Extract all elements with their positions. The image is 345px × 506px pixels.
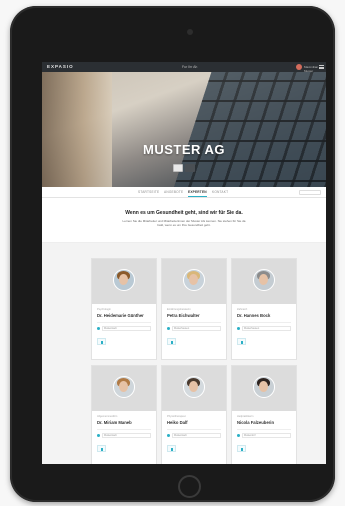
expert-card[interactable]: Zahnarzt Dr. Hannes Bock Musterhausen [232,259,296,359]
search-input[interactable] [299,189,321,195]
screen: EXPASIO Fur Ihr Ah Maximilian Muster MUS… [42,62,326,464]
topbar-center-text: Fur Ihr Ah [182,64,198,69]
hero-image [42,72,112,187]
card-photo-area [162,259,226,304]
company-title: MUSTER AG [142,142,226,157]
location-icon [237,434,240,437]
card-photo-area [232,366,296,411]
expert-role: Zahnarzt [237,308,248,311]
contact-icon[interactable] [97,445,106,452]
expert-name[interactable]: Nicola Falzeuberin [237,420,274,425]
expert-name[interactable]: Dr. Heidemarie Günther [97,313,144,318]
card-divider [167,429,221,430]
intro-text: Lernen Sie die Mitarbeiter und Mitarbeit… [122,219,246,227]
expert-avatar [113,376,135,398]
app-logo[interactable]: EXPASIO [47,64,74,69]
card-divider [237,322,291,323]
expert-card[interactable]: Heilpraktikerin Nicola Falzeuberin Muste… [232,366,296,464]
menu-icon[interactable] [319,65,324,69]
expert-card[interactable]: Allgemeinmedizin Dr. Miriam Maneb Muster… [92,366,156,464]
card-photo-area [92,366,156,411]
expert-location: Musterstadt [104,434,117,437]
hero-prev-button[interactable] [173,164,183,172]
expert-avatar [183,376,205,398]
expert-location: Musterstadt [174,434,187,437]
expert-role: Heilpraktikerin [237,415,254,418]
expert-card[interactable]: Psychologin Dr. Heidemarie Günther Muste… [92,259,156,359]
expert-location: Musterhausen [244,327,260,330]
expert-card[interactable]: Ernährungsberaterin Petra Eichwalter Mus… [162,259,226,359]
tab-startseite[interactable]: STARTSEITE [138,190,159,194]
intro-heading: Wenn es um Gesundheit geht, sind wir für… [125,210,243,216]
expert-name[interactable]: Dr. Miriam Maneb [97,420,132,425]
tab-kontakt[interactable]: KONTAKT [212,190,228,194]
expert-avatar [253,376,275,398]
expert-card[interactable]: Physiotherapeut Heiko Dalf Musterstadt [162,366,226,464]
contact-icon[interactable] [97,338,106,345]
tab-experten[interactable]: EXPERTEN [188,190,207,197]
user-avatar[interactable] [296,64,302,70]
tab-bar: STARTSEITE ANGEBOTE EXPERTEN KONTAKT [42,187,326,198]
location-icon [167,434,170,437]
home-button[interactable] [178,475,201,498]
expert-avatar [253,269,275,291]
contact-icon[interactable] [167,338,176,345]
expert-location: Musterdorf [244,434,256,437]
expert-name[interactable]: Dr. Hannes Bock [237,313,270,318]
hero-next-button[interactable] [185,164,195,172]
location-icon [97,327,100,330]
tablet-frame: EXPASIO Fur Ihr Ah Maximilian Muster MUS… [10,6,335,502]
card-divider [237,429,291,430]
hero-banner: MUSTER AG [42,72,326,187]
card-photo-area [162,366,226,411]
location-icon [97,434,100,437]
card-divider [97,429,151,430]
top-navigation-bar: EXPASIO Fur Ihr Ah Maximilian Muster [42,62,326,73]
card-photo-area [232,259,296,304]
expert-role: Ernährungsberaterin [167,308,191,311]
expert-avatar [183,269,205,291]
expert-name[interactable]: Petra Eichwalter [167,313,200,318]
expert-role: Psychologin [97,308,111,311]
expert-name[interactable]: Heiko Dalf [167,420,187,425]
expert-location: Musterstadt [104,327,117,330]
expert-location: Musterhausen [174,327,190,330]
camera [187,29,193,35]
expert-role: Allgemeinmedizin [97,415,118,418]
contact-icon[interactable] [237,445,246,452]
location-icon [167,327,170,330]
card-divider [97,322,151,323]
card-photo-area [92,259,156,304]
tab-angebote[interactable]: ANGEBOTE [164,190,183,194]
expert-avatar [113,269,135,291]
expert-role: Physiotherapeut [167,415,186,418]
card-divider [167,322,221,323]
contact-icon[interactable] [237,338,246,345]
location-icon [237,327,240,330]
contact-icon[interactable] [167,445,176,452]
